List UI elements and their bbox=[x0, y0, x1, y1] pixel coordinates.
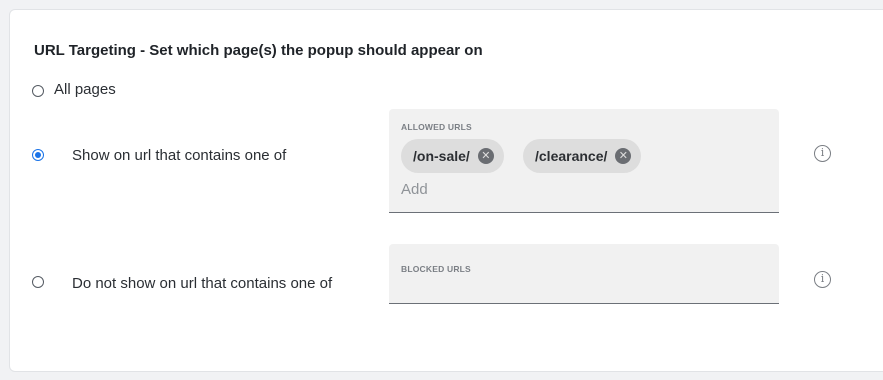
info-icon[interactable]: i bbox=[814, 271, 831, 288]
blocked-urls-label: BLOCKED URLS bbox=[401, 264, 471, 274]
section-title: URL Targeting - Set which page(s) the po… bbox=[34, 42, 483, 59]
do-not-show-label[interactable]: Do not show on url that contains one of bbox=[72, 273, 357, 295]
close-circle-icon[interactable]: ✕ bbox=[477, 148, 494, 164]
blocked-urls-field[interactable]: BLOCKED URLS bbox=[389, 244, 779, 304]
url-chip-text: /on-sale/ bbox=[413, 148, 470, 164]
url-chip: /on-sale/ ✕ bbox=[401, 139, 504, 173]
allowed-urls-label: ALLOWED URLS bbox=[401, 122, 472, 132]
show-on-url-label[interactable]: Show on url that contains one of bbox=[72, 145, 352, 167]
do-not-show-radio[interactable] bbox=[32, 276, 44, 288]
show-on-url-radio[interactable] bbox=[32, 149, 44, 161]
allowed-urls-field[interactable]: ALLOWED URLS /on-sale/ ✕ /clearance/ ✕ bbox=[389, 109, 779, 213]
url-targeting-card: URL Targeting - Set which page(s) the po… bbox=[9, 9, 883, 372]
info-icon[interactable]: i bbox=[814, 145, 831, 162]
close-circle-icon[interactable]: ✕ bbox=[615, 148, 632, 164]
url-chip-text: /clearance/ bbox=[535, 148, 608, 164]
allowed-urls-add-input[interactable] bbox=[401, 181, 701, 198]
all-pages-label[interactable]: All pages bbox=[54, 79, 116, 101]
all-pages-radio[interactable] bbox=[32, 85, 44, 97]
url-chip: /clearance/ ✕ bbox=[523, 139, 642, 173]
